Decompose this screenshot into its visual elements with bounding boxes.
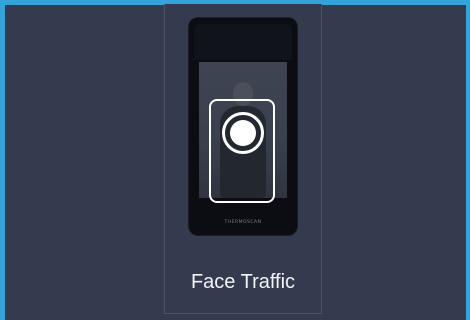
device-sensor-bar [194, 24, 292, 60]
face-detection-dot [230, 120, 256, 146]
device-brand-label: THERMOSCAN [224, 220, 262, 225]
card-caption: Face Traffic [190, 271, 296, 293]
